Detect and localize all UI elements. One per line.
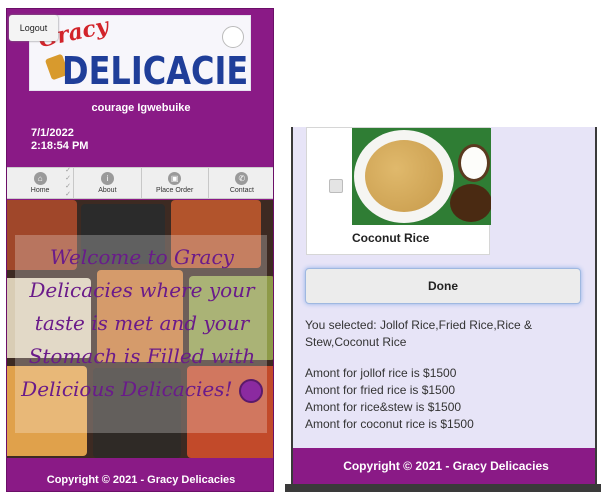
menu-item-caption: Coconut Rice [352, 231, 430, 245]
nav-contact[interactable]: ✆ Contact [209, 168, 273, 198]
coconut-rice-checkbox[interactable] [329, 179, 343, 193]
logo-main-text: DELICACIES [62, 48, 251, 91]
screenshot-stage: Gracy DELICACIES Logout courage Igwebuik… [0, 0, 601, 494]
nav-contact-label: Contact [229, 187, 254, 194]
home-icon: ⌂ [33, 172, 47, 185]
datetime: 7/1/2022 2:18:54 PM [31, 127, 88, 153]
main-nav: ⌂ Home i About ▣ Place Order ✆ Contact [7, 167, 273, 199]
copyright-footer-right: Copyright © 2021 - Gracy Delicacies [293, 448, 595, 484]
amount-line: Amont for jollof rice is $1500 [305, 366, 457, 380]
amount-line: Amont for fried rice is $1500 [305, 383, 456, 397]
welcome-text: Welcome to Gracy Delicacies where your t… [21, 245, 256, 401]
date-text: 7/1/2022 [31, 127, 74, 139]
nav-place-order-label: Place Order [155, 187, 194, 194]
brand-logo: Gracy DELICACIES [29, 15, 251, 91]
done-button[interactable]: Done [305, 268, 581, 304]
welcome-message: Welcome to Gracy Delicacies where your t… [17, 241, 267, 406]
chef-hat-icon [222, 26, 244, 48]
coconut-shape [458, 144, 490, 182]
selection-summary: You selected: Jollof Rice,Fried Rice,Ric… [305, 318, 532, 349]
nav-about-label: About [98, 187, 117, 194]
coconut-rice-image [352, 128, 491, 225]
bag-icon: ▣ [168, 172, 182, 185]
device-frame-bottom [285, 484, 601, 492]
rice-shape [365, 140, 443, 212]
phone-icon: ✆ [235, 172, 249, 185]
time-text: 2:18:54 PM [31, 140, 89, 152]
info-icon: i [100, 172, 114, 185]
nav-home-label: Home [30, 187, 50, 194]
menu-item-card: Coconut Rice [306, 127, 491, 255]
coconut-shell-shape [450, 184, 491, 222]
divider-checkmarks: ✓ ✓ ✓ ✓ [65, 167, 71, 198]
order-screen: Coconut Rice Done You selected: Jollof R… [291, 127, 597, 484]
smiley-icon [238, 378, 263, 403]
username: courage Igwebuike [91, 102, 191, 114]
logout-button[interactable]: Logout [9, 15, 58, 41]
nav-place-order[interactable]: ▣ Place Order [142, 168, 209, 198]
copyright-footer: Copyright © 2021 - Gracy Delicacies [7, 467, 273, 491]
amount-line: Amont for rice&stew is $1500 [305, 400, 462, 414]
amount-line: Amont for coconut rice is $1500 [305, 417, 474, 431]
amount-list: Amont for jollof rice is $1500 Amont for… [305, 365, 585, 433]
home-screen: Gracy DELICACIES Logout courage Igwebuik… [6, 8, 274, 492]
nav-about[interactable]: i About [74, 168, 142, 198]
